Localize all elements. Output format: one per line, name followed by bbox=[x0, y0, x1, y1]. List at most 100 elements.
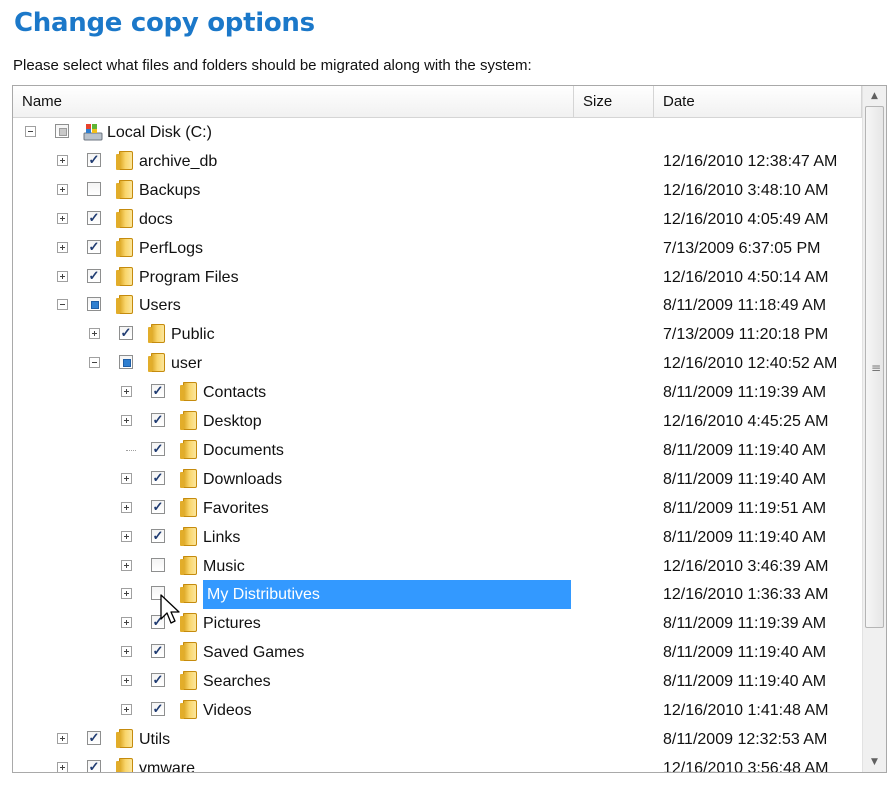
item-checkbox[interactable] bbox=[151, 500, 165, 514]
tree-row[interactable]: Documents 8/11/2009 11:19:40 AM bbox=[13, 436, 862, 465]
item-name[interactable]: Contacts bbox=[203, 378, 266, 407]
expand-icon[interactable] bbox=[121, 473, 132, 484]
item-date: 12/16/2010 3:48:10 AM bbox=[663, 182, 829, 199]
tree-row[interactable]: PerfLogs 7/13/2009 6:37:05 PM bbox=[13, 234, 862, 263]
tree-row[interactable]: Videos 12/16/2010 1:41:48 AM bbox=[13, 696, 862, 725]
expand-icon[interactable] bbox=[89, 328, 100, 339]
scroll-up-icon[interactable]: ▲ bbox=[863, 86, 886, 106]
item-name[interactable]: docs bbox=[139, 205, 173, 234]
item-name[interactable]: Utils bbox=[139, 725, 170, 754]
tree-row[interactable]: Downloads 8/11/2009 11:19:40 AM bbox=[13, 465, 862, 494]
item-checkbox[interactable] bbox=[151, 558, 165, 572]
expand-icon[interactable] bbox=[121, 588, 132, 599]
expand-icon[interactable] bbox=[57, 155, 68, 166]
item-name[interactable]: Public bbox=[171, 320, 215, 349]
vertical-scrollbar[interactable]: ▲ ≡ ▼ bbox=[862, 86, 886, 772]
folder-icon bbox=[116, 209, 133, 228]
collapse-icon[interactable] bbox=[25, 126, 36, 137]
tree-row[interactable]: Utils 8/11/2009 12:32:53 AM bbox=[13, 725, 862, 754]
tree-row[interactable]: Users 8/11/2009 11:18:49 AM bbox=[13, 291, 862, 320]
item-name[interactable]: Documents bbox=[203, 436, 284, 465]
item-name[interactable]: Pictures bbox=[203, 609, 261, 638]
item-name[interactable]: Saved Games bbox=[203, 638, 304, 667]
item-name[interactable]: PerfLogs bbox=[139, 234, 203, 263]
item-checkbox[interactable] bbox=[87, 297, 101, 311]
tree-row[interactable]: Saved Games 8/11/2009 11:19:40 AM bbox=[13, 638, 862, 667]
expand-icon[interactable] bbox=[121, 502, 132, 513]
tree-row[interactable]: Links 8/11/2009 11:19:40 AM bbox=[13, 523, 862, 552]
tree-row[interactable]: Desktop 12/16/2010 4:45:25 AM bbox=[13, 407, 862, 436]
item-checkbox[interactable] bbox=[151, 442, 165, 456]
item-name[interactable]: vmware bbox=[139, 754, 195, 772]
tree-row[interactable]: Pictures 8/11/2009 11:19:39 AM bbox=[13, 609, 862, 638]
expand-icon[interactable] bbox=[121, 386, 132, 397]
item-name[interactable]: Music bbox=[203, 552, 245, 581]
tree-row[interactable]: Favorites 8/11/2009 11:19:51 AM bbox=[13, 494, 862, 523]
expand-icon[interactable] bbox=[57, 733, 68, 744]
tree-row[interactable]: archive_db 12/16/2010 12:38:47 AM bbox=[13, 147, 862, 176]
expand-icon[interactable] bbox=[121, 675, 132, 686]
item-name[interactable]: Links bbox=[203, 523, 240, 552]
item-checkbox[interactable] bbox=[87, 153, 101, 167]
expand-icon[interactable] bbox=[57, 184, 68, 195]
tree-row[interactable]: My Distributives 12/16/2010 1:36:33 AM bbox=[13, 580, 862, 609]
tree-row[interactable]: Searches 8/11/2009 11:19:40 AM bbox=[13, 667, 862, 696]
item-checkbox[interactable] bbox=[119, 355, 133, 369]
tree-row[interactable]: Backups 12/16/2010 3:48:10 AM bbox=[13, 176, 862, 205]
collapse-icon[interactable] bbox=[57, 299, 68, 310]
column-size-header[interactable]: Size bbox=[574, 86, 654, 117]
item-name[interactable]: Users bbox=[139, 291, 181, 320]
expand-icon[interactable] bbox=[57, 242, 68, 253]
tree-row[interactable]: Music 12/16/2010 3:46:39 AM bbox=[13, 552, 862, 581]
item-name[interactable]: Backups bbox=[139, 176, 200, 205]
item-checkbox[interactable] bbox=[87, 182, 101, 196]
item-checkbox[interactable] bbox=[55, 124, 69, 138]
column-name-header[interactable]: Name bbox=[13, 86, 574, 117]
expand-icon[interactable] bbox=[57, 271, 68, 282]
folder-tree-view[interactable]: Name Size Date Local Disk (C:)archive_db… bbox=[12, 85, 887, 773]
item-name[interactable]: Videos bbox=[203, 696, 252, 725]
item-name[interactable]: My Distributives bbox=[203, 580, 571, 609]
expand-icon[interactable] bbox=[121, 415, 132, 426]
item-checkbox[interactable] bbox=[151, 529, 165, 543]
item-checkbox[interactable] bbox=[151, 644, 165, 658]
item-name[interactable]: Desktop bbox=[203, 407, 262, 436]
item-checkbox[interactable] bbox=[87, 269, 101, 283]
item-name[interactable]: Local Disk (C:) bbox=[107, 118, 212, 147]
expand-icon[interactable] bbox=[121, 531, 132, 542]
item-name[interactable]: Searches bbox=[203, 667, 271, 696]
scrollbar-thumb[interactable]: ≡ bbox=[865, 106, 884, 628]
expand-icon[interactable] bbox=[57, 213, 68, 224]
tree-row[interactable]: Program Files 12/16/2010 4:50:14 AM bbox=[13, 263, 862, 292]
item-checkbox[interactable] bbox=[87, 240, 101, 254]
item-name[interactable]: archive_db bbox=[139, 147, 217, 176]
collapse-icon[interactable] bbox=[89, 357, 100, 368]
tree-row[interactable]: Local Disk (C:) bbox=[13, 118, 862, 147]
item-name[interactable]: Downloads bbox=[203, 465, 282, 494]
tree-row[interactable]: user 12/16/2010 12:40:52 AM bbox=[13, 349, 862, 378]
item-checkbox[interactable] bbox=[151, 384, 165, 398]
item-checkbox[interactable] bbox=[87, 760, 101, 772]
item-checkbox[interactable] bbox=[87, 731, 101, 745]
item-name[interactable]: Favorites bbox=[203, 494, 269, 523]
tree-row[interactable]: vmware 12/16/2010 3:56:48 AM bbox=[13, 754, 862, 772]
expand-icon[interactable] bbox=[121, 617, 132, 628]
tree-row[interactable]: docs 12/16/2010 4:05:49 AM bbox=[13, 205, 862, 234]
item-checkbox[interactable] bbox=[151, 471, 165, 485]
tree-row[interactable]: Contacts 8/11/2009 11:19:39 AM bbox=[13, 378, 862, 407]
item-checkbox[interactable] bbox=[151, 702, 165, 716]
item-checkbox[interactable] bbox=[151, 673, 165, 687]
folder-icon bbox=[116, 180, 133, 199]
expand-icon[interactable] bbox=[121, 560, 132, 571]
item-checkbox[interactable] bbox=[87, 211, 101, 225]
item-checkbox[interactable] bbox=[119, 326, 133, 340]
expand-icon[interactable] bbox=[121, 704, 132, 715]
item-checkbox[interactable] bbox=[151, 413, 165, 427]
expand-icon[interactable] bbox=[57, 762, 68, 772]
scroll-down-icon[interactable]: ▼ bbox=[863, 752, 886, 772]
tree-row[interactable]: Public 7/13/2009 11:20:18 PM bbox=[13, 320, 862, 349]
expand-icon[interactable] bbox=[121, 646, 132, 657]
column-date-header[interactable]: Date bbox=[654, 86, 862, 117]
item-name[interactable]: Program Files bbox=[139, 263, 239, 292]
item-name[interactable]: user bbox=[171, 349, 202, 378]
